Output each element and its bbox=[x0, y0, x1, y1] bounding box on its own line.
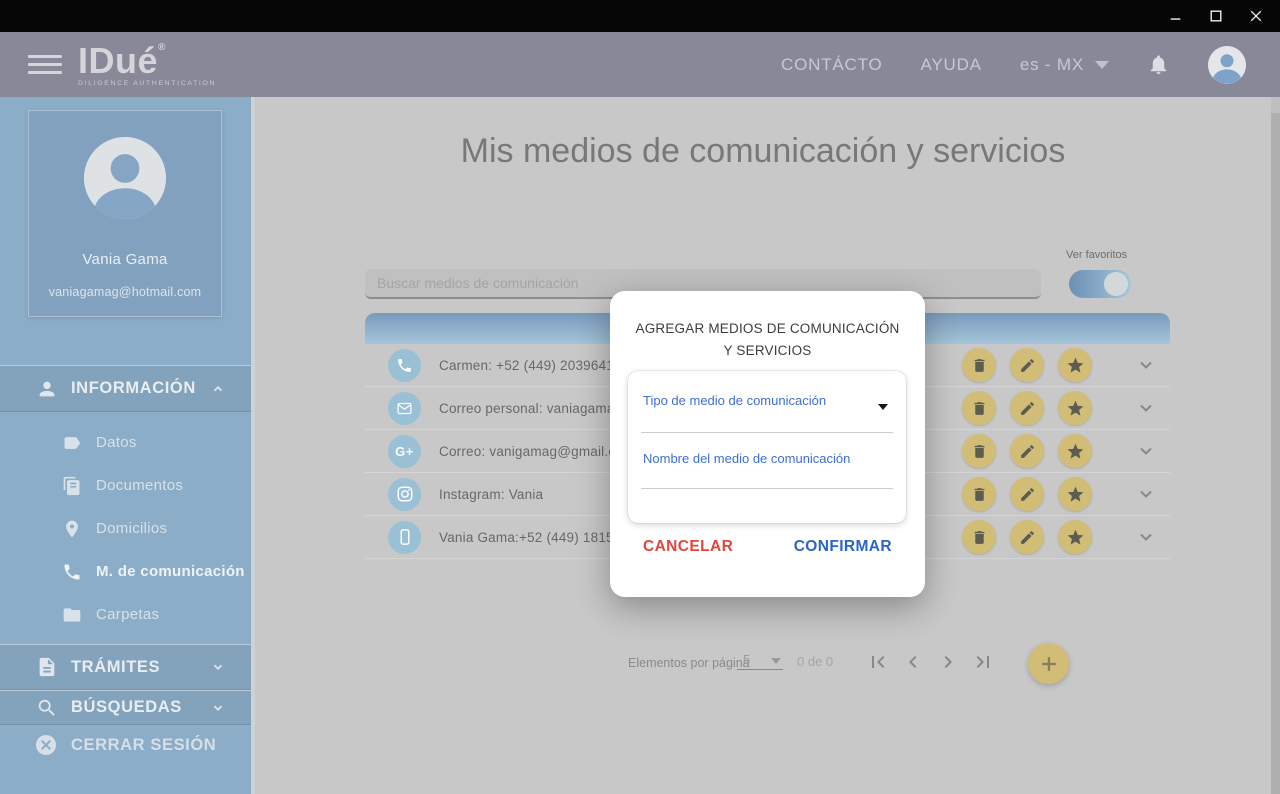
nombre-medio-input[interactable]: Nombre del medio de comunicación bbox=[628, 436, 906, 494]
tipo-medio-select[interactable]: Tipo de medio de comunicación bbox=[628, 371, 906, 436]
field-underline bbox=[641, 488, 893, 489]
tipo-medio-label: Tipo de medio de comunicación bbox=[643, 393, 826, 408]
app-window: IDué® DILIGENCE AUTHENTICATION CONTÁCTO … bbox=[0, 0, 1280, 794]
dialog-form-card: Tipo de medio de comunicación Nombre del… bbox=[628, 371, 906, 523]
dialog-title: AGREGAR MEDIOS DE COMUNICACIÓN Y SERVICI… bbox=[610, 318, 925, 361]
nombre-medio-label: Nombre del medio de comunicación bbox=[643, 451, 850, 466]
cancel-button[interactable]: CANCELAR bbox=[643, 538, 733, 556]
field-underline bbox=[641, 432, 893, 433]
add-medium-dialog: AGREGAR MEDIOS DE COMUNICACIÓN Y SERVICI… bbox=[610, 291, 925, 597]
dropdown-arrow-icon bbox=[878, 404, 888, 410]
confirm-button[interactable]: CONFIRMAR bbox=[794, 538, 892, 556]
